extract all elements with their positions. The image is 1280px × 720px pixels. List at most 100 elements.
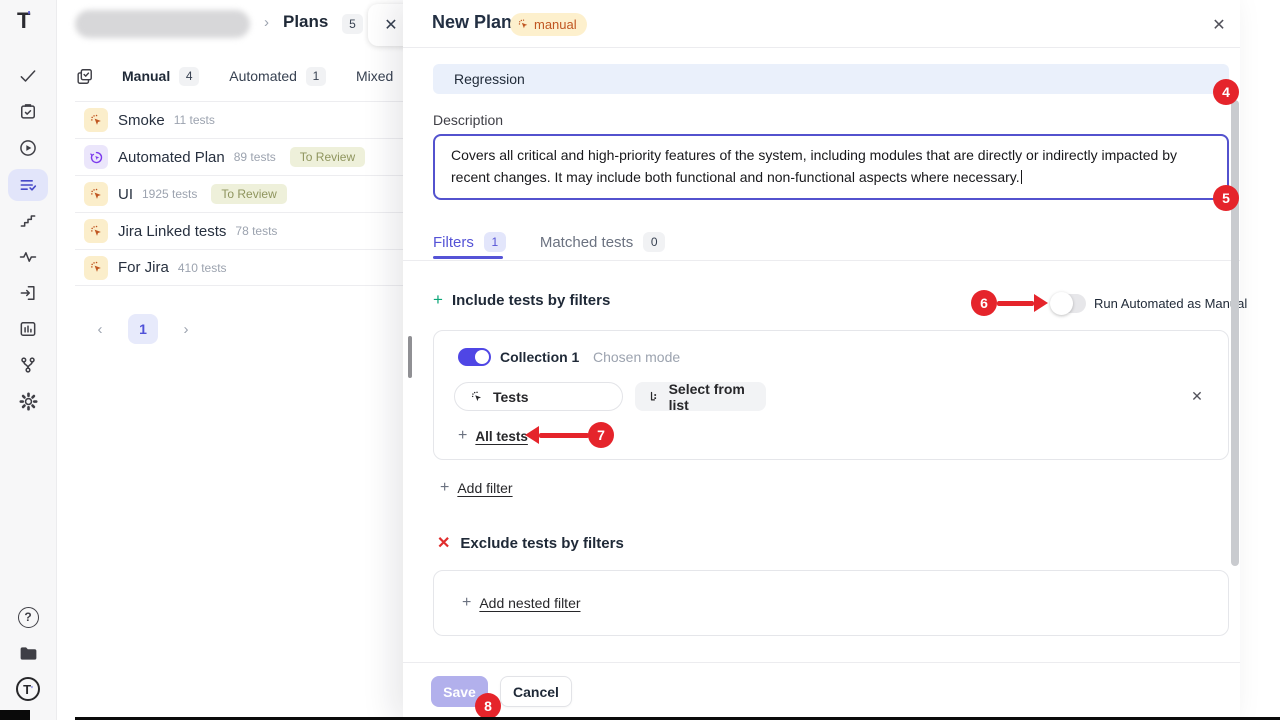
collection-mode: Chosen mode (593, 349, 680, 365)
status-badge: To Review (211, 184, 286, 204)
add-filter-row: + Add filter (440, 479, 513, 497)
folder-icon[interactable] (8, 637, 48, 669)
plus-icon: + (433, 290, 443, 310)
pulse-icon[interactable] (8, 241, 48, 273)
app-screen: T' ? (0, 0, 1280, 720)
select-from-list-button[interactable]: Select from list (635, 382, 766, 411)
annotation-8: 8 (475, 693, 501, 719)
cancel-button[interactable]: Cancel (500, 676, 572, 707)
project-name-blurred[interactable] (75, 10, 250, 38)
annotation-7-arrow-line (539, 433, 589, 438)
annotation-7: 7 (588, 422, 614, 448)
close-icon: ✕ (384, 15, 397, 35)
collection-name: Collection 1 (500, 349, 579, 365)
play-circle-icon[interactable] (8, 132, 48, 164)
clipboard-check-icon[interactable] (8, 96, 48, 128)
plan-row-automated-plan[interactable]: Automated Plan 89 tests To Review (75, 138, 403, 175)
modal-title: New Plan (432, 12, 512, 33)
run-automated-toggle[interactable] (1051, 294, 1086, 313)
bar-chart-icon[interactable] (8, 313, 48, 345)
tab-manual[interactable]: Manual4 (122, 67, 199, 86)
tab-automated-count: 1 (306, 67, 326, 86)
close-icon: ✕ (1191, 388, 1203, 405)
run-automated-label: Run Automated as Manual (1094, 296, 1247, 311)
all-tests-row: + All tests (458, 427, 528, 445)
add-nested-filter-row: + Add nested filter (462, 594, 581, 612)
annotation-5: 5 (1213, 185, 1239, 211)
manual-type-badge: manual (510, 13, 587, 36)
check-icon[interactable] (8, 60, 48, 92)
branch-icon[interactable] (8, 349, 48, 381)
modal-scrollbar-thumb[interactable] (1231, 100, 1239, 566)
plan-name-input[interactable]: Regression (433, 64, 1229, 94)
include-section-header: + Include tests by filters (433, 290, 610, 310)
manual-cursor-icon (517, 18, 530, 31)
source-dropdown[interactable]: Tests (454, 382, 623, 411)
manual-plan-icon (84, 219, 108, 243)
tab-mixed[interactable]: Mixed (356, 68, 393, 84)
import-icon[interactable] (8, 277, 48, 309)
exclude-filter-card: + Add nested filter (433, 570, 1229, 636)
automated-plan-icon (84, 145, 108, 169)
manual-plan-icon (84, 182, 108, 206)
collection-filter-card: Collection 1 Chosen mode Tests Select fr… (433, 330, 1229, 460)
tab-automated[interactable]: Automated1 (229, 67, 326, 86)
pagination-page-1[interactable]: 1 (128, 314, 158, 344)
plus-icon: + (440, 479, 449, 497)
modal-header: New Plan manual ✕ (403, 0, 1240, 48)
text-caret (1021, 170, 1023, 184)
plans-count-badge: 5 (342, 14, 363, 34)
help-glyph: ? (18, 607, 39, 628)
collection-toggle[interactable] (458, 348, 491, 366)
manual-plan-icon (84, 256, 108, 280)
plan-row-smoke[interactable]: Smoke 11 tests (75, 101, 403, 138)
help-icon[interactable]: ? (8, 601, 48, 633)
plan-list: Smoke 11 tests Automated Plan 89 tests T… (75, 101, 403, 286)
plan-row-jira-linked[interactable]: Jira Linked tests 78 tests (75, 212, 403, 249)
sidebar: T' ? (0, 0, 57, 720)
add-nested-filter-link[interactable]: Add nested filter (479, 595, 580, 611)
annotation-7-arrowhead (525, 426, 539, 444)
close-icon: ✕ (1212, 15, 1225, 35)
tab-manual-count: 4 (179, 67, 199, 86)
annotation-6-arrow-line (997, 301, 1034, 306)
annotation-4: 4 (1213, 79, 1239, 105)
toggle-knob (475, 350, 489, 364)
gear-icon[interactable] (8, 385, 48, 417)
app-logo[interactable]: T' (17, 8, 30, 34)
remove-collection-button[interactable]: ✕ (1186, 385, 1208, 407)
all-tests-link[interactable]: All tests (475, 429, 528, 444)
pagination: ‹ 1 › (90, 314, 196, 344)
status-badge: To Review (290, 147, 365, 167)
tree-list-icon (647, 390, 661, 404)
breadcrumb-title[interactable]: Plans (283, 12, 328, 32)
footer-divider (403, 662, 1240, 663)
matched-count-badge: 0 (643, 232, 665, 252)
manual-plan-icon (84, 108, 108, 132)
cursor-icon (470, 390, 484, 404)
avatar-logo[interactable]: T' (8, 673, 48, 705)
tabs-divider (403, 260, 1240, 261)
add-filter-link[interactable]: Add filter (457, 480, 512, 496)
list-check-icon[interactable] (8, 169, 48, 201)
copy-check-icon[interactable] (75, 67, 94, 86)
filters-count-badge: 1 (484, 232, 506, 252)
pagination-next[interactable]: › (176, 321, 196, 338)
plan-row-ui[interactable]: UI 1925 tests To Review (75, 175, 403, 212)
tab-filters[interactable]: Filters1 (433, 232, 506, 252)
panel-scrollbar-thumb[interactable] (408, 336, 412, 378)
plans-tabbar: Manual4 Automated1 Mixed (75, 60, 423, 92)
plan-row-for-jira[interactable]: For Jira 410 tests (75, 249, 403, 286)
exclude-section-header: ✕ Exclude tests by filters (437, 533, 624, 553)
pagination-prev[interactable]: ‹ (90, 321, 110, 338)
description-textarea[interactable]: Covers all critical and high-priority fe… (433, 134, 1229, 200)
annotation-6-arrowhead (1034, 294, 1048, 312)
toggle-knob (1050, 292, 1073, 315)
modal-close-button[interactable]: ✕ (1207, 13, 1231, 37)
plus-icon: + (458, 427, 467, 445)
new-plan-modal: New Plan manual ✕ Regression Description… (403, 0, 1240, 720)
x-icon: ✕ (437, 533, 450, 553)
stairs-icon[interactable] (8, 205, 48, 237)
tab-matched-tests[interactable]: Matched tests0 (540, 232, 665, 252)
annotation-6: 6 (971, 290, 997, 316)
